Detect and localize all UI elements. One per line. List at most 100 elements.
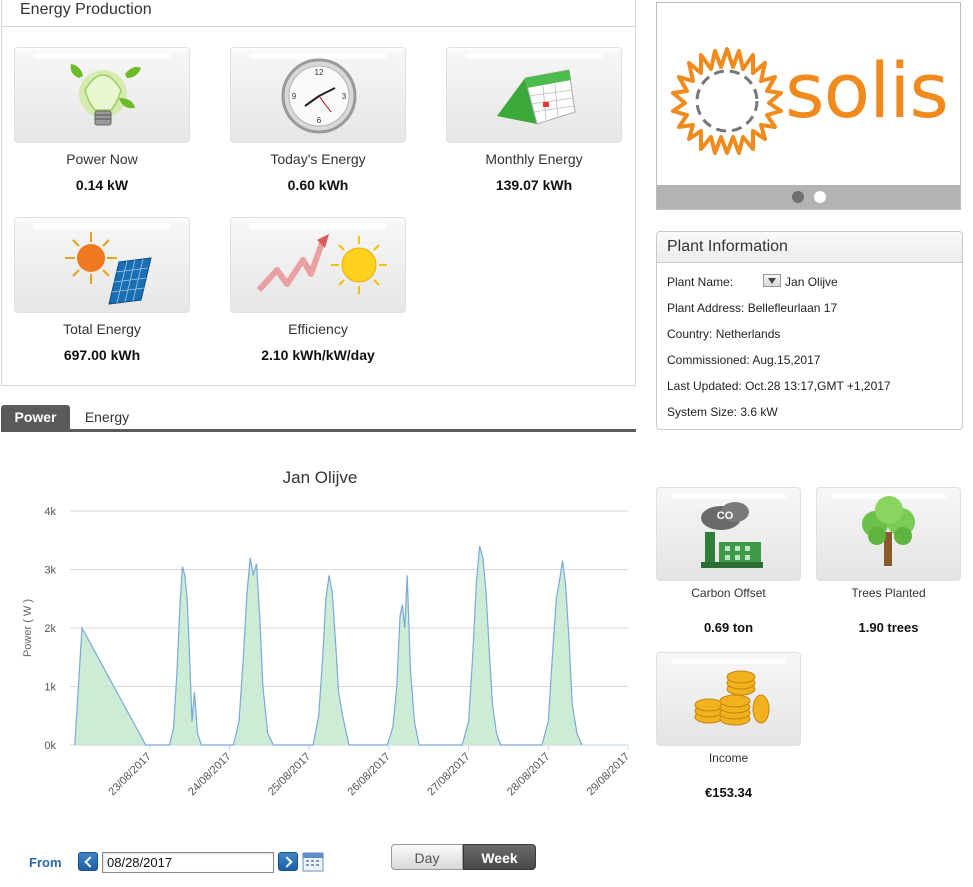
calendar-icon bbox=[497, 69, 576, 125]
chart-tabs: Power Energy bbox=[1, 405, 636, 432]
carousel-dot-2[interactable] bbox=[813, 191, 826, 203]
trees-planted-tile: Trees Planted 1.90 trees bbox=[816, 487, 961, 635]
y-tick-label: 1k bbox=[44, 682, 56, 694]
carbon-offset-tile: CO Carbon Offset 0.69 ton bbox=[656, 487, 801, 635]
growth-arrow-sun-icon bbox=[256, 234, 387, 294]
brand-name: solis bbox=[785, 46, 949, 135]
energy-production-panel: Energy Production Power Now 0.14 kW 12 3… bbox=[1, 0, 636, 386]
x-tick-label: 24/08/2017 bbox=[186, 751, 233, 798]
svg-text:9: 9 bbox=[292, 92, 297, 101]
week-button[interactable]: Week bbox=[463, 844, 536, 870]
series-area bbox=[74, 546, 582, 745]
svg-text:3: 3 bbox=[342, 92, 347, 101]
total-energy-tile: Total Energy 697.00 kWh bbox=[14, 217, 190, 363]
x-tick-label: 29/08/2017 bbox=[585, 751, 632, 798]
coins-icon bbox=[694, 670, 770, 726]
last-updated-value: Oct.28 13:17,GMT +1,2017 bbox=[745, 379, 891, 393]
plant-address-row: Plant Address: Bellefleurlaan 17 bbox=[667, 301, 837, 315]
power-now-tile: Power Now 0.14 kW bbox=[14, 47, 190, 193]
y-tick-label: 3k bbox=[44, 565, 56, 577]
plant-name-value: Jan Olijve bbox=[785, 275, 838, 289]
tile-value: €153.34 bbox=[705, 785, 752, 800]
plant-address-key: Plant Address: bbox=[667, 301, 745, 315]
y-axis-label: Power ( W ) bbox=[22, 599, 34, 657]
total-energy-image bbox=[14, 217, 190, 313]
x-tick-label: 27/08/2017 bbox=[425, 751, 472, 798]
efficiency-tile: Efficiency 2.10 kWh/kW/day bbox=[230, 217, 406, 363]
y-tick-label: 0k bbox=[44, 740, 56, 752]
x-tick-label: 25/08/2017 bbox=[266, 751, 313, 798]
tile-value: 0.14 kW bbox=[75, 177, 129, 193]
todays-energy-tile: 12 3 6 9 Today's Energy 0.60 kWh bbox=[230, 47, 406, 193]
monthly-energy-tile: Monthly Energy 139.07 kWh bbox=[446, 47, 622, 193]
system-size-key: System Size: bbox=[667, 405, 738, 419]
tab-power[interactable]: Power bbox=[1, 405, 70, 429]
tile-value: 0.69 ton bbox=[703, 620, 754, 635]
y-tick-label: 4k bbox=[44, 506, 56, 518]
last-updated-key: Last Updated: bbox=[667, 379, 742, 393]
power-chart-svg: Jan Olijve Power ( W ) 0k 1k 2k 3k 4k 23/08/201… bbox=[22, 468, 632, 798]
previous-date-button[interactable] bbox=[78, 852, 98, 871]
svg-text:6: 6 bbox=[317, 116, 322, 125]
co2-factory-icon: CO bbox=[701, 502, 763, 568]
commissioned-row: Commissioned: Aug.15,2017 bbox=[667, 353, 820, 367]
from-label: From bbox=[29, 855, 62, 870]
plant-name-key: Plant Name: bbox=[667, 275, 734, 289]
country-row: Country: Netherlands bbox=[667, 327, 780, 341]
last-updated-row: Last Updated: Oct.28 13:17,GMT +1,2017 bbox=[667, 379, 891, 393]
chart-title: Jan Olijve bbox=[283, 468, 358, 487]
tile-value: 0.60 kWh bbox=[287, 177, 349, 193]
plant-information-panel: Plant Information Plant Name: Jan Olijve … bbox=[656, 231, 963, 430]
income-image bbox=[656, 652, 801, 746]
solis-logo-icon bbox=[671, 47, 783, 155]
power-chart: Jan Olijve Power ( W ) 0k 1k 2k 3k 4k 23/08/201… bbox=[0, 455, 640, 815]
brand-carousel: solis bbox=[656, 2, 961, 210]
dropdown-arrow-icon[interactable] bbox=[763, 274, 782, 288]
commissioned-value: Aug.15,2017 bbox=[752, 353, 821, 367]
tile-label: Today's Energy bbox=[270, 151, 366, 167]
country-value: Netherlands bbox=[715, 327, 781, 341]
next-date-button[interactable] bbox=[278, 852, 298, 871]
tile-label: Carbon Offset bbox=[691, 586, 766, 600]
tile-label: Efficiency bbox=[288, 321, 348, 337]
system-size-value: 3.6 kW bbox=[740, 405, 778, 419]
system-size-row: System Size: 3.6 kW bbox=[667, 405, 778, 419]
carbon-offset-image: CO bbox=[656, 487, 801, 581]
x-tick-label: 23/08/2017 bbox=[106, 751, 153, 798]
tab-energy[interactable]: Energy bbox=[73, 405, 141, 429]
tile-value: 2.10 kWh/kW/day bbox=[261, 347, 375, 363]
date-input[interactable] bbox=[102, 852, 274, 873]
todays-energy-image: 12 3 6 9 bbox=[230, 47, 406, 143]
power-now-image bbox=[14, 47, 190, 143]
trees-planted-image bbox=[816, 487, 961, 581]
tile-value: 139.07 kWh bbox=[495, 177, 573, 193]
tile-label: Monthly Energy bbox=[485, 151, 583, 167]
plant-address-value: Bellefleurlaan 17 bbox=[747, 301, 838, 315]
lightbulb-icon bbox=[70, 64, 141, 126]
tile-label: Income bbox=[708, 751, 749, 765]
sun-solar-panel-icon bbox=[65, 232, 152, 305]
country-key: Country: bbox=[667, 327, 713, 341]
tree-icon bbox=[862, 496, 915, 566]
tile-label: Power Now bbox=[66, 151, 138, 167]
tile-value: 1.90 trees bbox=[858, 620, 919, 635]
commissioned-key: Commissioned: bbox=[667, 353, 750, 367]
energy-production-title: Energy Production bbox=[2, 0, 635, 27]
tile-value: 697.00 kWh bbox=[63, 347, 141, 363]
plant-name-row: Plant Name: Jan Olijve bbox=[667, 274, 838, 289]
clock-icon: 12 3 6 9 bbox=[281, 58, 357, 134]
tile-label: Trees Planted bbox=[851, 586, 926, 600]
svg-text:12: 12 bbox=[315, 68, 324, 77]
svg-text:CO: CO bbox=[717, 510, 734, 522]
carousel-dot-1[interactable] bbox=[791, 191, 804, 203]
tile-label: Total Energy bbox=[63, 321, 141, 337]
plant-information-title: Plant Information bbox=[657, 232, 962, 263]
monthly-energy-image bbox=[446, 47, 622, 143]
day-button[interactable]: Day bbox=[391, 844, 463, 870]
efficiency-image bbox=[230, 217, 406, 313]
x-tick-label: 26/08/2017 bbox=[346, 751, 393, 798]
income-tile: Income €153.34 bbox=[656, 652, 801, 800]
x-tick-label: 28/08/2017 bbox=[505, 751, 552, 798]
y-tick-label: 2k bbox=[44, 623, 56, 635]
calendar-picker-icon[interactable] bbox=[302, 851, 324, 872]
